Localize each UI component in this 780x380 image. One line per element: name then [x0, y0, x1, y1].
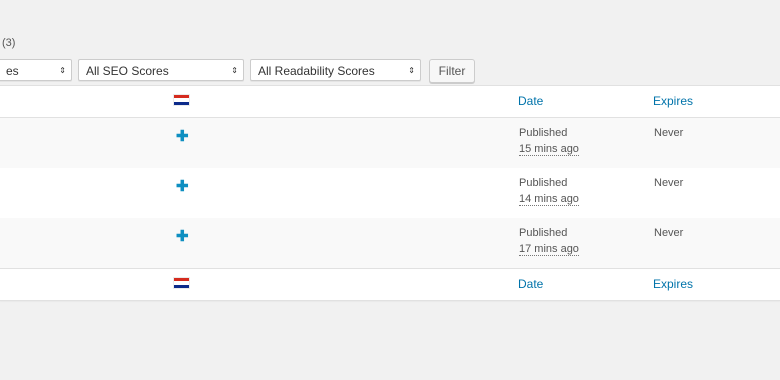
croatia-flag-icon[interactable]	[174, 278, 189, 288]
post-expires: Never	[654, 227, 684, 239]
post-status: Published	[519, 177, 568, 189]
filter-button[interactable]: Filter	[429, 59, 475, 83]
seo-score-select[interactable]: All SEO Scores ⇕	[78, 59, 244, 81]
post-status: Published	[519, 127, 568, 139]
post-status: Published	[519, 227, 568, 239]
readability-score-select[interactable]: All Readability Scores ⇕	[250, 59, 421, 81]
post-expires: Never	[654, 177, 684, 189]
updown-arrow-icon: ⇕	[231, 66, 238, 75]
croatia-flag-icon[interactable]	[174, 95, 189, 105]
post-expires: Never	[654, 127, 684, 139]
table-row: ✚ Published 14 mins ago Never	[0, 168, 780, 218]
seo-score-value: All SEO Scores	[86, 64, 169, 78]
post-count: (3)	[2, 37, 16, 49]
plus-icon[interactable]: ✚	[176, 179, 189, 194]
table-footer-row: Date Expires	[0, 268, 780, 300]
updown-arrow-icon: ⇕	[59, 66, 66, 75]
post-date: 17 mins ago	[519, 243, 579, 256]
plus-icon[interactable]: ✚	[176, 229, 189, 244]
table-row: ✚ Published 17 mins ago Never	[0, 218, 780, 268]
date-column-header[interactable]: Date	[518, 94, 543, 108]
date-filter-select[interactable]: es ⇕	[0, 59, 72, 81]
expires-column-header[interactable]: Expires	[653, 94, 693, 108]
expires-column-footer[interactable]: Expires	[653, 277, 693, 291]
updown-arrow-icon: ⇕	[408, 66, 415, 75]
post-date: 15 mins ago	[519, 143, 579, 156]
readability-score-value: All Readability Scores	[258, 64, 375, 78]
table-row: ✚ Published 15 mins ago Never	[0, 118, 780, 168]
date-filter-value: es	[6, 64, 19, 78]
table-header-row: Date Expires	[0, 86, 780, 118]
plus-icon[interactable]: ✚	[176, 129, 189, 144]
date-column-footer[interactable]: Date	[518, 277, 543, 291]
posts-table: Date Expires ✚ Published 15 mins ago Nev…	[0, 85, 780, 301]
post-date: 14 mins ago	[519, 193, 579, 206]
